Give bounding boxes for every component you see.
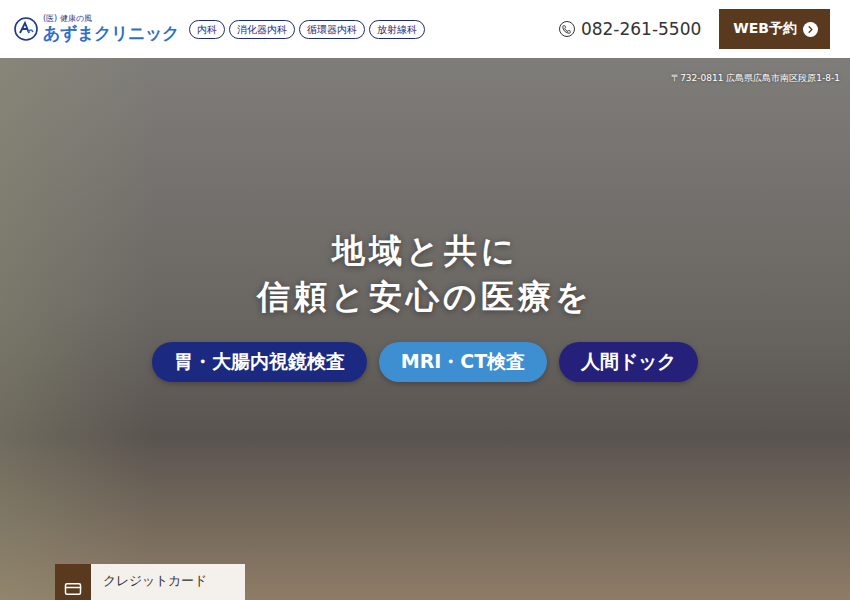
site-header: (医) 健康の風あずまクリニック内科消化器内科循環器内科放射線科 082-261-… — [0, 0, 850, 58]
address: 〒732-0811 広島県広島市南区段原1-8-1 — [671, 72, 840, 85]
department-tag: 内科 — [189, 20, 225, 39]
phone-number[interactable]: 082-261-5500 — [559, 19, 701, 39]
service-button[interactable]: 人間ドック — [559, 342, 698, 382]
credit-card-badge[interactable]: クレジットカード — [55, 564, 245, 600]
service-button[interactable]: 胃・大腸内視鏡検査 — [152, 342, 367, 382]
credit-card-icon — [55, 564, 91, 600]
department-tag: 放射線科 — [369, 20, 425, 39]
department-tag: 消化器内科 — [229, 20, 295, 39]
phone-icon — [559, 21, 575, 37]
arrow-right-icon — [803, 22, 818, 37]
department-list: 内科消化器内科循環器内科放射線科 — [189, 20, 425, 39]
web-reserve-button[interactable]: WEB予約 — [719, 9, 830, 49]
headline: 地域と共に信頼と安心の医療を — [257, 231, 593, 316]
hero: 〒732-0811 広島県広島市南区段原1-8-1 地域と共に信頼と安心の医療を胃… — [0, 58, 850, 600]
service-list: 胃・大腸内視鏡検査 MRI・CT検査人間ドック — [152, 342, 699, 382]
page: (医) 健康の風あずまクリニック内科消化器内科循環器内科放射線科 082-261-… — [0, 0, 850, 600]
logo-name: あずまクリニック — [43, 24, 179, 43]
department-tag: 循環器内科 — [299, 20, 365, 39]
logo-subtitle: (医) 健康の風 — [43, 15, 179, 24]
clinic-logo-icon — [14, 17, 38, 41]
service-button[interactable]: MRI・CT検査 — [379, 342, 548, 382]
logo[interactable]: (医) 健康の風あずまクリニック — [14, 15, 179, 42]
